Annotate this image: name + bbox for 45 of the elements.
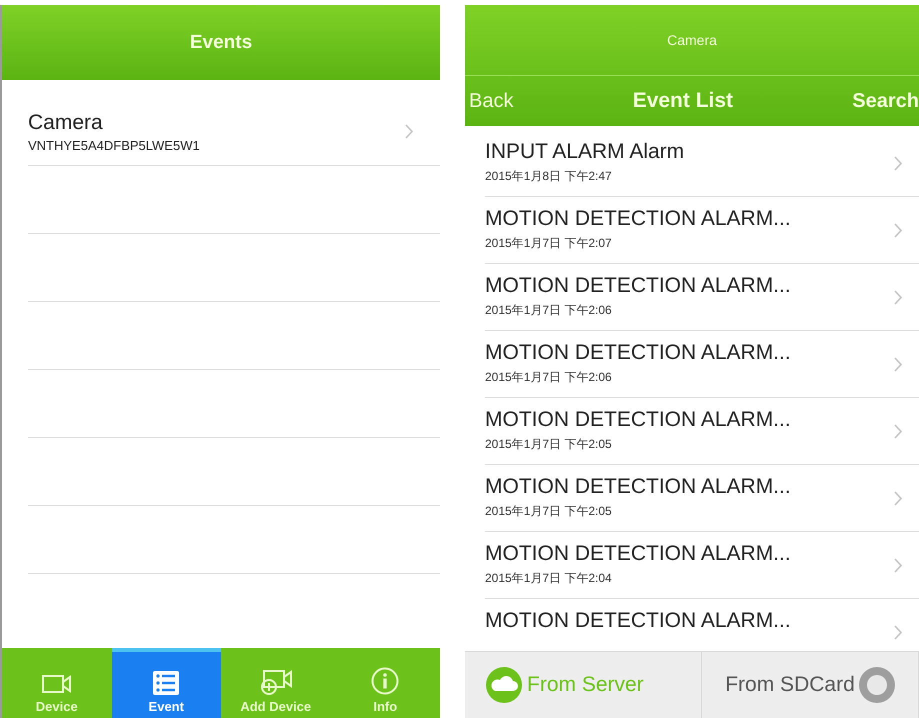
event-row[interactable]: MOTION DETECTION ALARM... 2015年1月7日 下午2:07 (485, 197, 919, 264)
tab[interactable]: Event (112, 648, 221, 718)
event-row[interactable]: MOTION DETECTION ALARM... 2015年1月7日 下午2:06 (485, 264, 919, 331)
event-title: MOTION DETECTION ALARM... (485, 408, 792, 432)
event-date: 2015年1月7日 下午2:05 (485, 436, 613, 453)
device-title: Camera (666, 31, 718, 50)
screen-title: Event List (632, 89, 734, 113)
event-date: 2015年1月8日 下午2:47 (485, 168, 613, 185)
event-title: MOTION DETECTION ALARM... (485, 475, 792, 499)
event-row[interactable]: MOTION DETECTION ALARM... 2015年1月7日 下午2:05 (485, 465, 919, 532)
event-date: 2015年1月7日 下午2:07 (485, 235, 613, 252)
chevron-icon (894, 222, 903, 238)
event-title: MOTION DETECTION ALARM... (485, 341, 792, 365)
event-row[interactable]: MOTION DETECTION ALARM... 2015年1月7日 下午2:06 (485, 331, 919, 398)
device-serial: VNTHYE5A4DFBP5LWE5W1 (28, 138, 201, 152)
event-title: MOTION DETECTION ALARM... (485, 207, 792, 231)
list-icon (153, 671, 180, 695)
event-date: 2015年1月7日 下午2:05 (485, 503, 613, 520)
event-date: 2015年1月7日 下午2:06 (485, 302, 613, 319)
chevron-icon (894, 156, 903, 170)
chevron-icon (894, 624, 903, 640)
info-icon (371, 667, 400, 695)
screen-title: Events (188, 30, 254, 54)
chevron-icon (894, 424, 903, 438)
chevron-icon (405, 124, 414, 139)
chevron-icon (894, 290, 903, 304)
event-row[interactable]: MOTION DETECTION ALARM... 2015年1月7日 下午2:05 (485, 398, 919, 465)
event-date: 2015年1月7日 下午2:06 (485, 369, 613, 386)
chevron-icon (894, 490, 903, 506)
event-row[interactable]: MOTION DETECTION ALARM... 2015年1月7日 下午2:04 (485, 532, 919, 599)
event-row[interactable]: INPUT ALARM Alarm 2015年1月8日 下午2:47 (485, 130, 919, 197)
add-camera-icon (258, 669, 293, 695)
device-name: Camera (28, 110, 104, 134)
device-row[interactable]: Camera VNTHYE5A4DFBP5LWE5W1 (28, 98, 440, 166)
event-date: 2015年1月7日 下午2:04 (485, 570, 613, 587)
event-title: MOTION DETECTION ALARM... (485, 274, 792, 298)
assistive-touch-icon[interactable] (858, 667, 895, 703)
event-title: MOTION DETECTION ALARM... (485, 542, 792, 566)
source-tab[interactable]: From SDCard (702, 652, 919, 718)
video-camera-icon (42, 673, 72, 695)
chevron-icon (894, 356, 903, 372)
cloud-icon (485, 666, 523, 704)
event-title: INPUT ALARM Alarm (485, 140, 686, 164)
chevron-icon (894, 558, 903, 572)
event-title: MOTION DETECTION ALARM... (485, 609, 792, 633)
